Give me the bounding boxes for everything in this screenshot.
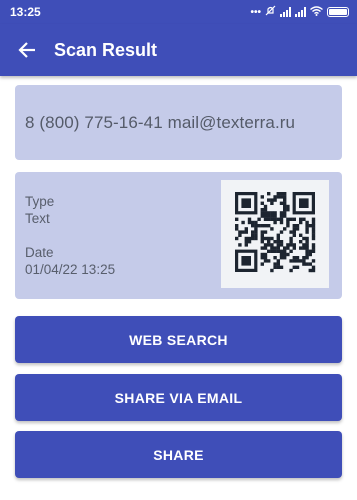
wifi-icon	[310, 5, 323, 19]
app-bar: Scan Result	[0, 24, 357, 76]
qr-code-image	[221, 180, 329, 288]
status-bar: 13:25 •••	[0, 0, 357, 24]
scan-content-text: 8 (800) 775-16-41 mail@texterra.ru	[25, 112, 296, 132]
status-icons: •••	[250, 5, 349, 19]
signal-icon	[280, 7, 291, 17]
scan-content-card: 8 (800) 775-16-41 mail@texterra.ru	[15, 85, 342, 160]
date-block: Date 01/04/22 13:25	[25, 244, 115, 278]
page-title: Scan Result	[54, 39, 158, 60]
share-button[interactable]: SHARE	[15, 431, 342, 478]
mute-icon	[265, 5, 276, 19]
date-value: 01/04/22 13:25	[25, 262, 116, 277]
web-search-button[interactable]: WEB SEARCH	[15, 316, 342, 363]
type-label: Type	[25, 194, 55, 209]
arrow-left-icon	[18, 42, 35, 58]
date-label: Date	[25, 245, 54, 260]
type-block: Type Text	[25, 193, 54, 227]
scan-info-card: Type Text Date 01/04/22 13:25	[15, 172, 342, 299]
type-value: Text	[25, 211, 50, 226]
back-button[interactable]	[14, 37, 40, 63]
qr-code-icon	[235, 192, 316, 273]
signal-icon	[295, 7, 306, 17]
status-time: 13:25	[10, 5, 41, 19]
share-via-email-button[interactable]: SHARE VIA EMAIL	[15, 374, 342, 421]
battery-icon	[327, 7, 349, 17]
more-dots-icon: •••	[250, 6, 261, 18]
